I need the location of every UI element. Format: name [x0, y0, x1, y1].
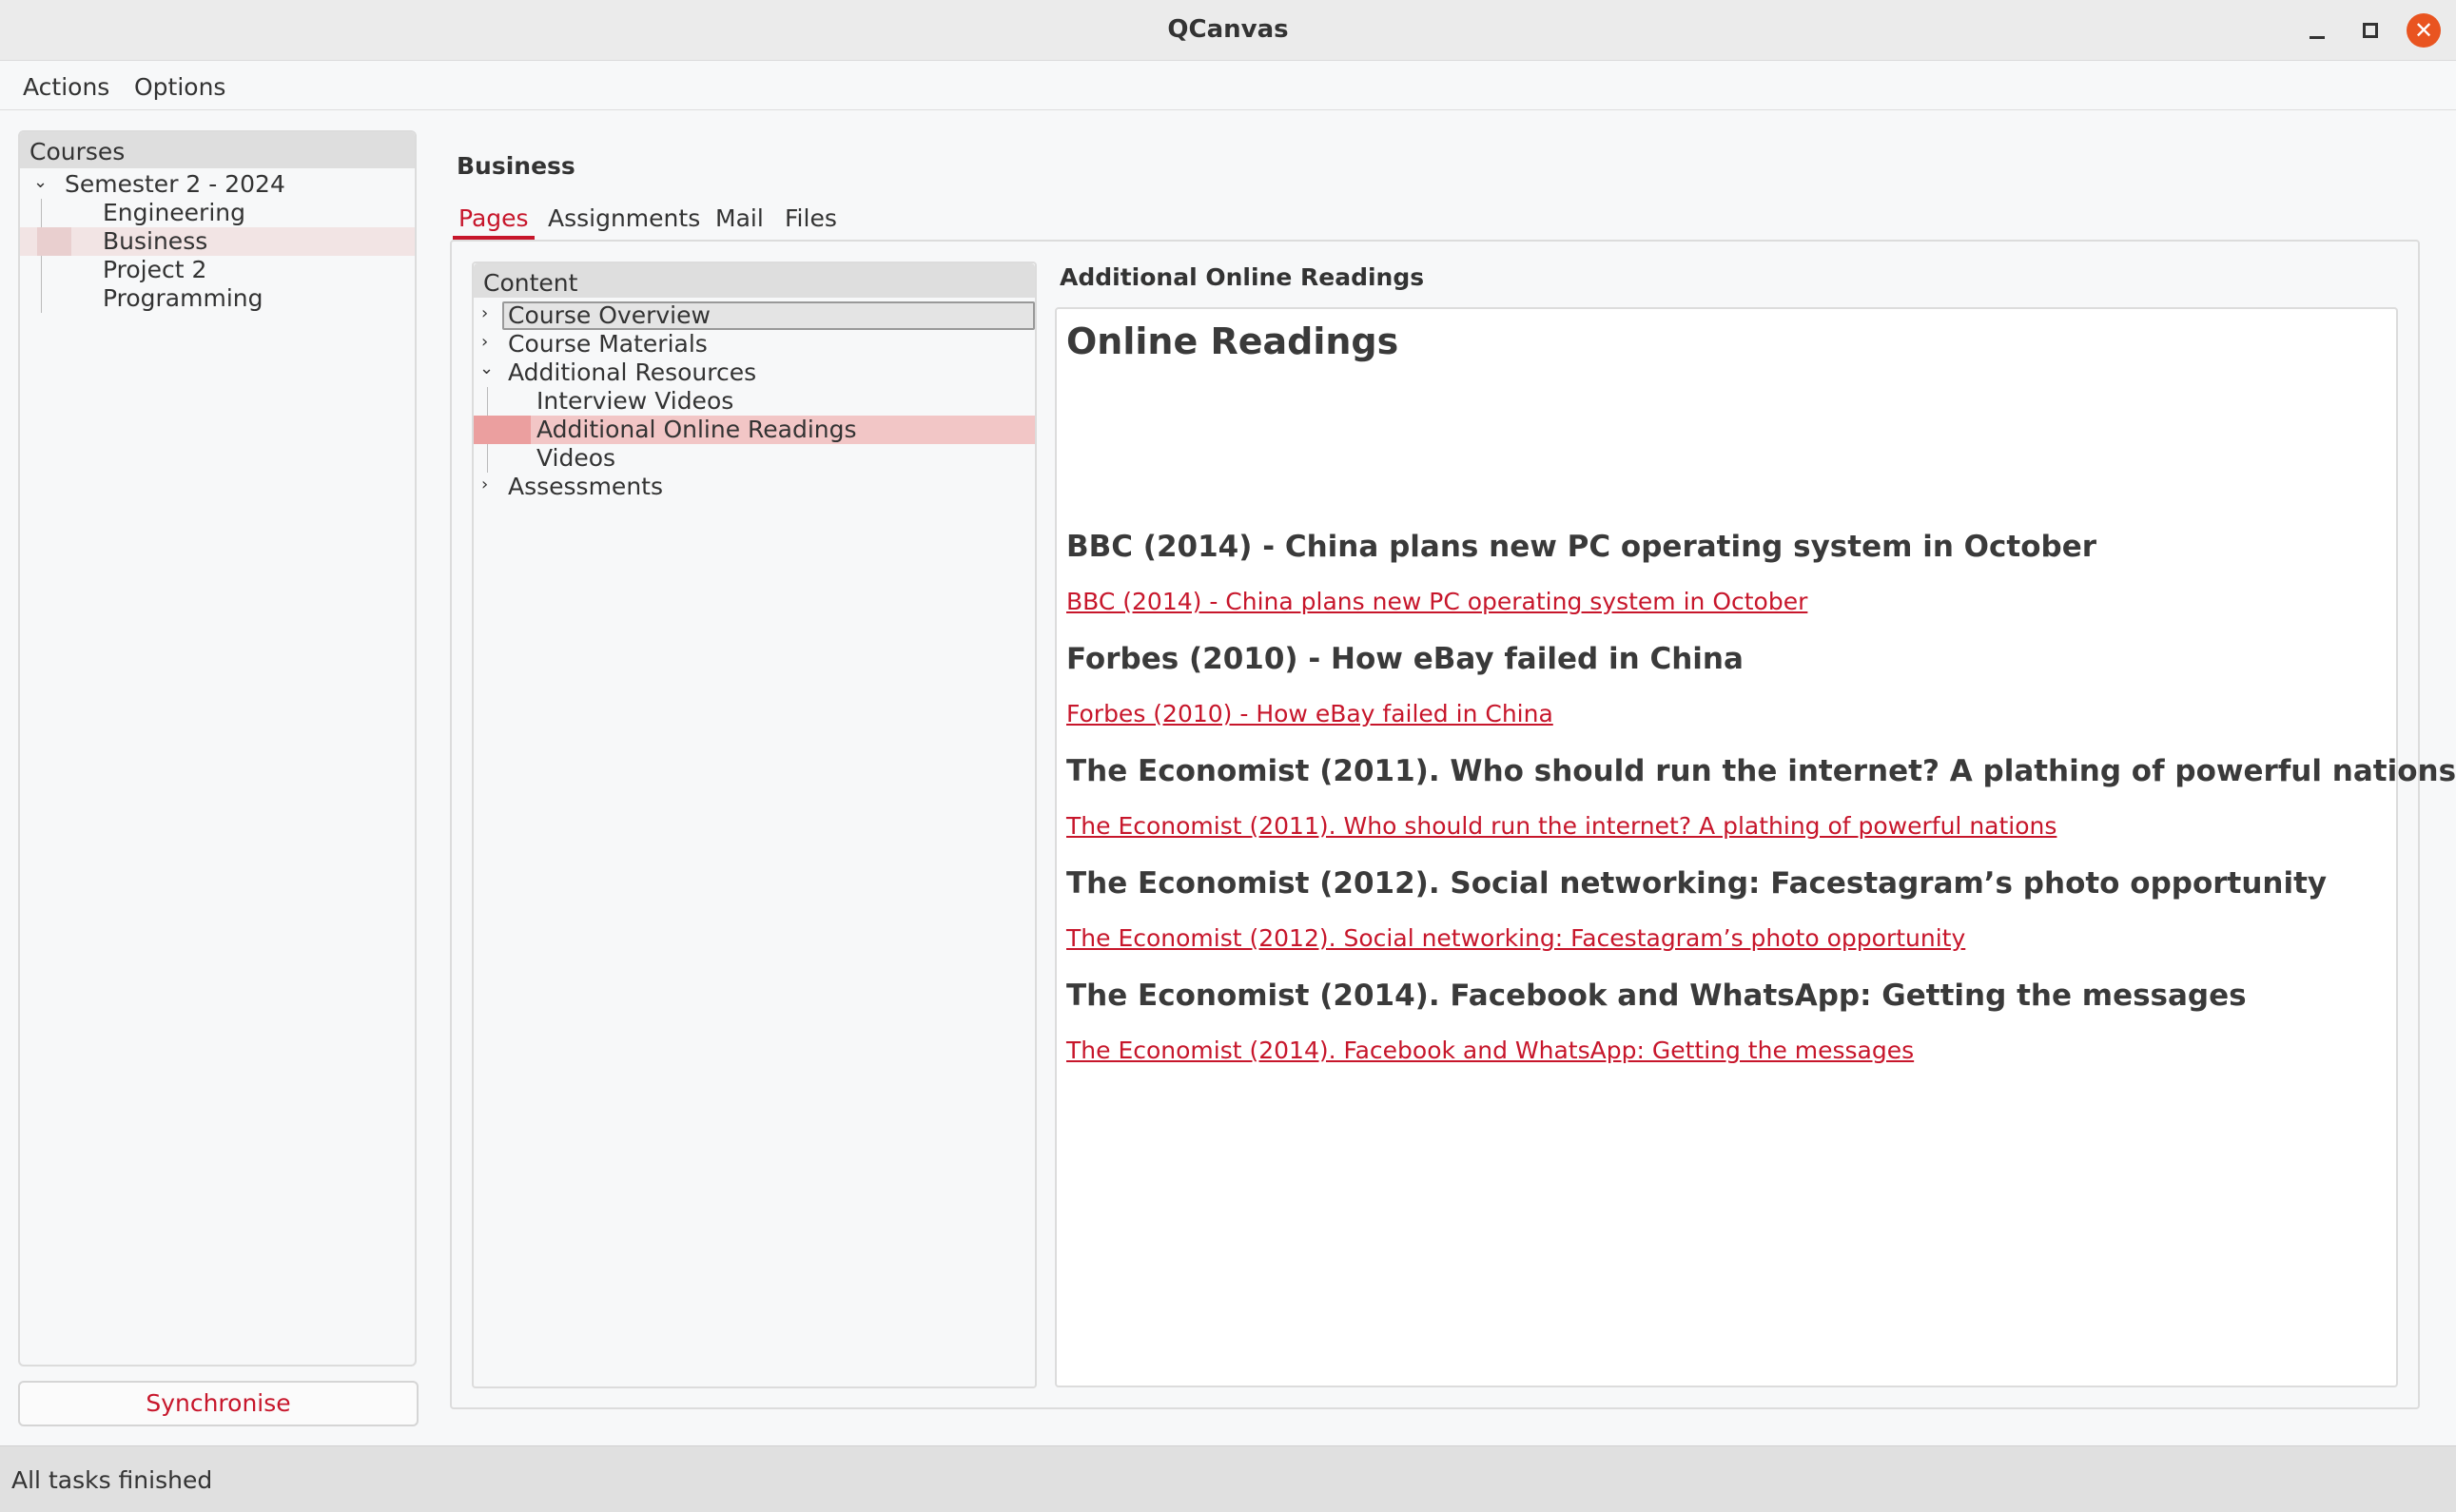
tree-item-label: Semester 2 - 2024 [65, 170, 285, 198]
tree-item-label: Additional Online Readings [536, 416, 857, 443]
tree-item-label: Project 2 [103, 256, 207, 283]
chevron-right-icon[interactable]: › [481, 332, 488, 352]
tree-item-course-overview[interactable]: › Course Overview [474, 301, 1035, 330]
menu-actions[interactable]: Actions [23, 73, 109, 101]
menu-bar: Actions Options [0, 61, 2456, 110]
tree-item-label: Interview Videos [536, 387, 734, 415]
chevron-right-icon[interactable]: › [481, 475, 488, 494]
minimize-icon [2310, 35, 2325, 39]
reading-heading: The Economist (2014). Facebook and Whats… [1066, 979, 2247, 1013]
selection-marker [474, 416, 531, 444]
page-title: Additional Online Readings [1060, 263, 1425, 291]
minimize-button[interactable] [2300, 13, 2334, 48]
tab-mail[interactable]: Mail [710, 200, 770, 240]
reading-link[interactable]: The Economist (2011). Who should run the… [1066, 812, 2056, 840]
tree-item-label: Course Overview [508, 301, 711, 329]
tree-item-assessments[interactable]: › Assessments [474, 473, 1035, 501]
tree-item-label: Assessments [508, 473, 663, 500]
tree-item-additional-online-readings[interactable]: Additional Online Readings [474, 416, 1035, 444]
tab-pages[interactable]: Pages [453, 200, 535, 240]
chevron-right-icon[interactable]: › [481, 303, 488, 323]
page-heading: Online Readings [1066, 320, 1399, 362]
tab-files[interactable]: Files [779, 200, 843, 240]
status-bar: All tasks finished [0, 1445, 2456, 1512]
tree-item-programming[interactable]: Programming [20, 284, 415, 313]
course-title: Business [457, 152, 575, 180]
tree-item-interview-videos[interactable]: Interview Videos [474, 387, 1035, 416]
tree-item-additional-resources[interactable]: ⌄ Additional Resources [474, 359, 1035, 387]
app-window: QCanvas ✕ Actions Options Courses ⌄ Seme… [0, 0, 2456, 1512]
content-header: Content [474, 263, 1035, 298]
selection-marker [37, 227, 71, 256]
reading-heading: Forbes (2010) - How eBay failed in China [1066, 642, 1744, 676]
content-tree[interactable]: Content › Course Overview › Course Mater… [472, 262, 1037, 1388]
title-bar[interactable]: QCanvas ✕ [0, 0, 2456, 61]
status-text: All tasks finished [11, 1466, 213, 1494]
synchronise-button[interactable]: Synchronise [18, 1381, 419, 1426]
reading-heading: BBC (2014) - China plans new PC operatin… [1066, 530, 2097, 564]
page-viewer[interactable]: Online Readings BBC (2014) - China plans… [1055, 307, 2456, 1387]
tree-item-label: Additional Resources [508, 359, 757, 386]
chevron-down-icon[interactable]: ⌄ [33, 172, 48, 192]
courses-tree[interactable]: Courses ⌄ Semester 2 - 2024 Engineering … [18, 130, 417, 1367]
tree-item-label: Business [103, 227, 208, 255]
tree-item-engineering[interactable]: Engineering [20, 199, 415, 227]
maximize-icon [2363, 23, 2378, 38]
window-title: QCanvas [1167, 15, 1289, 44]
tree-item-project-2[interactable]: Project 2 [20, 256, 415, 284]
close-icon: ✕ [2413, 17, 2434, 44]
tree-item-course-materials[interactable]: › Course Materials [474, 330, 1035, 359]
maximize-button[interactable] [2353, 13, 2388, 48]
reading-link[interactable]: The Economist (2012). Social networking:… [1066, 924, 1965, 952]
reading-heading: The Economist (2012). Social networking:… [1066, 866, 2328, 901]
menu-options[interactable]: Options [134, 73, 225, 101]
close-button[interactable]: ✕ [2407, 13, 2441, 48]
tree-item-semester[interactable]: ⌄ Semester 2 - 2024 [20, 170, 415, 199]
reading-link[interactable]: BBC (2014) - China plans new PC operatin… [1066, 588, 1807, 615]
tree-item-business[interactable]: Business [20, 227, 415, 256]
courses-header: Courses [20, 132, 415, 168]
tree-item-label: Videos [536, 444, 616, 472]
chevron-down-icon[interactable]: ⌄ [479, 359, 494, 378]
tab-assignments[interactable]: Assignments [542, 200, 706, 240]
reading-link[interactable]: The Economist (2014). Facebook and Whats… [1066, 1037, 1914, 1064]
tree-item-label: Programming [103, 284, 263, 312]
reading-heading: The Economist (2011). Who should run the… [1066, 754, 2456, 788]
tree-item-videos[interactable]: Videos [474, 444, 1035, 473]
reading-link[interactable]: Forbes (2010) - How eBay failed in China [1066, 700, 1553, 727]
tree-item-label: Engineering [103, 199, 245, 226]
tree-item-label: Course Materials [508, 330, 708, 358]
